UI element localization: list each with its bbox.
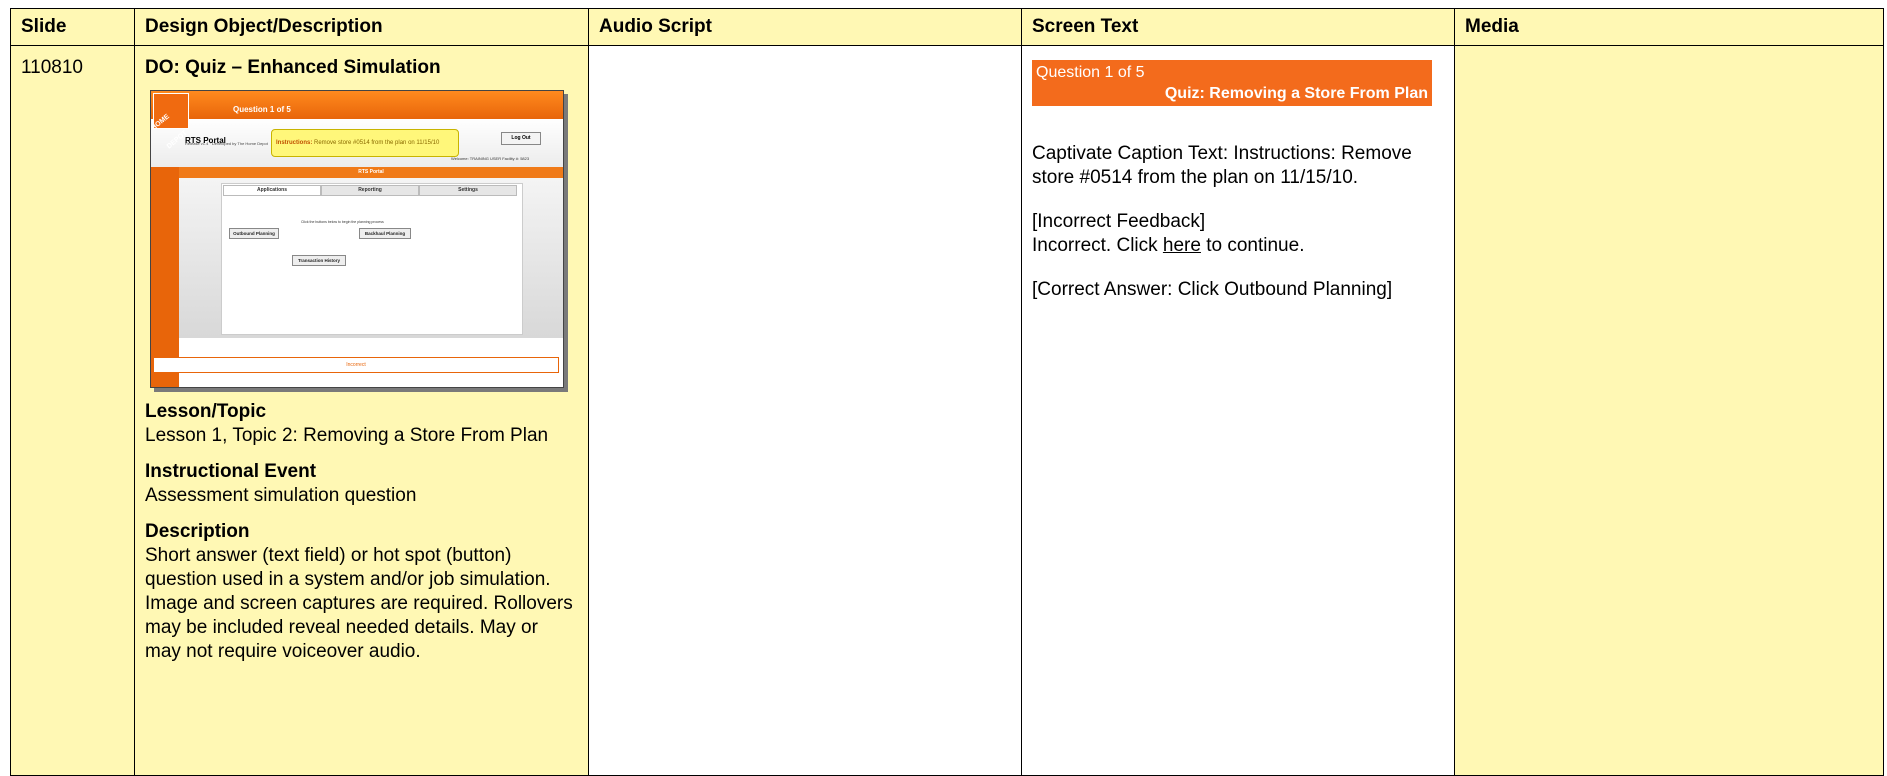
incorrect-feedback-heading: [Incorrect Feedback] (1032, 211, 1206, 232)
slide-row: 110810 DO: Quiz – Enhanced Simulation HO… (10, 45, 1884, 776)
thumb-outbound-button: Outbound Planning (229, 228, 279, 239)
description-heading: Description (145, 521, 250, 542)
media-cell (1454, 45, 1884, 776)
instructional-event-text: Assessment simulation question (145, 485, 417, 506)
storyboard-table: Slide Design Object/Description Audio Sc… (10, 8, 1884, 776)
quiz-title: Quiz: Removing a Store From Plan (1164, 85, 1428, 102)
lesson-topic-text: Lesson 1, Topic 2: Removing a Store From… (145, 425, 549, 446)
thumb-question-label: Question 1 of 5 (233, 105, 291, 114)
thumb-app-subtext: Release v1.4 · Developed by The Home Dep… (185, 141, 268, 146)
header-screen-text: Screen Text (1021, 8, 1455, 46)
slide-number: 110810 (21, 57, 83, 78)
home-depot-logo-icon: HOME DEPOT (151, 93, 189, 150)
caption-text: Captivate Caption Text: Instructions: Re… (1032, 143, 1412, 188)
thumb-incorrect-feedback: Incorrect (153, 357, 559, 373)
thumb-backhaul-button: Backhaul Planning (359, 228, 411, 239)
thumb-instructions-box: Instructions: Remove store #0514 from th… (271, 129, 459, 157)
thumb-panel (221, 183, 523, 335)
description-text: Short answer (text field) or hot spot (b… (145, 545, 573, 662)
instructional-event-section: Instructional Event Assessment simulatio… (145, 460, 578, 508)
instructional-event-heading: Instructional Event (145, 461, 317, 482)
thumb-logout-button: Log Out (501, 132, 541, 145)
design-cell: DO: Quiz – Enhanced Simulation HOME DEPO… (134, 45, 589, 776)
header-audio: Audio Script (588, 8, 1022, 46)
continue-link[interactable]: here (1163, 235, 1201, 256)
thumb-tab-reporting: Reporting (321, 185, 419, 196)
thumb-portal-bar: RTS Portal (179, 167, 563, 178)
description-section: Description Short answer (text field) or… (145, 520, 578, 664)
thumb-tab-settings: Settings (419, 185, 517, 196)
thumb-header-bar (151, 91, 563, 119)
thumb-history-button: Transaction History (292, 255, 346, 266)
quiz-screenshot-thumbnail: HOME DEPOT Question 1 of 5 RTS Portal Re… (150, 90, 564, 388)
header-row: Slide Design Object/Description Audio Sc… (10, 8, 1884, 46)
question-label: Question 1 of 5 (1036, 64, 1145, 81)
header-slide: Slide (10, 8, 135, 46)
slide-number-cell: 110810 (10, 45, 135, 776)
lesson-topic-heading: Lesson/Topic (145, 401, 267, 422)
thumb-tab-applications: Applications (223, 185, 321, 196)
correct-answer-text: [Correct Answer: Click Outbound Planning… (1032, 279, 1393, 300)
audio-script-cell (588, 45, 1022, 776)
header-design: Design Object/Description (134, 8, 589, 46)
design-object-title: DO: Quiz – Enhanced Simulation (145, 57, 441, 78)
header-media: Media (1454, 8, 1884, 46)
incorrect-feedback-text: Incorrect. Click here to continue. (1032, 235, 1305, 256)
incorrect-feedback-block: [Incorrect Feedback] Incorrect. Click he… (1032, 210, 1444, 258)
screen-text-header-box: Question 1 of 5 Quiz: Removing a Store F… (1032, 60, 1432, 106)
lesson-topic-section: Lesson/Topic Lesson 1, Topic 2: Removing… (145, 400, 578, 448)
screen-text-cell: Question 1 of 5 Quiz: Removing a Store F… (1021, 45, 1455, 776)
